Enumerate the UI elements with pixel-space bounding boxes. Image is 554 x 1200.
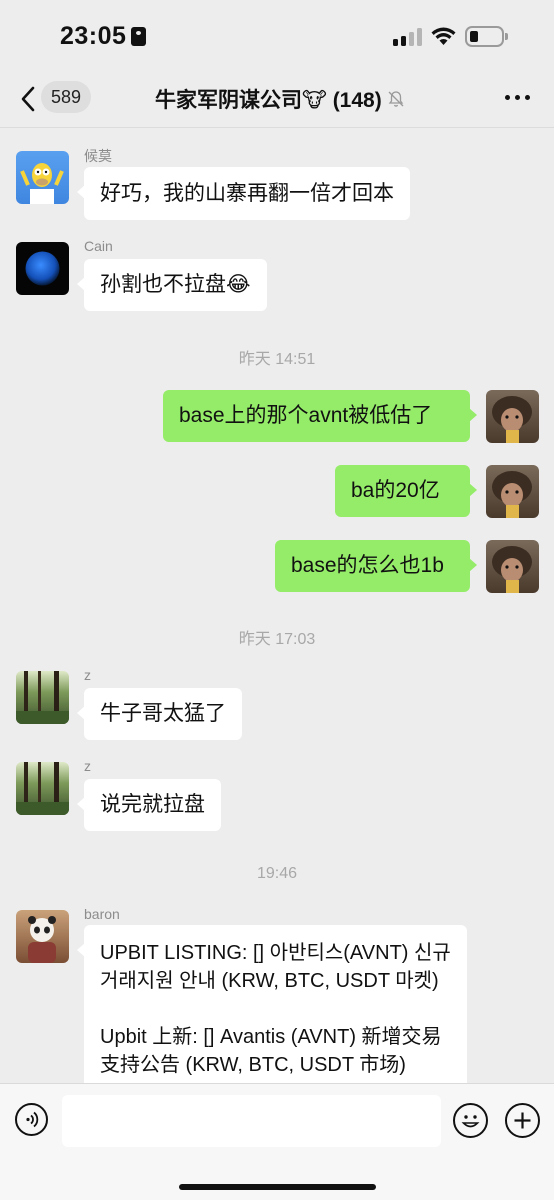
add-attachment-icon[interactable]: [505, 1103, 540, 1138]
cellular-signal-icon: [393, 27, 423, 46]
message-bubble[interactable]: 牛子哥太猛了: [77, 688, 242, 740]
message-bubble-self[interactable]: base的怎么也1b: [275, 540, 477, 592]
back-chevron-icon[interactable]: [16, 84, 40, 114]
avatar-hedgehog-image: [492, 471, 532, 518]
timestamp: 19:46: [256, 865, 298, 882]
message-text-paragraph: UPBIT LISTING: [] 아반티스(AVNT) 신규 거래지원 안내 …: [100, 942, 451, 992]
message-text-paragraph: Upbit 上新: [] Avantis (AVNT) 新增交易支持公告 (KR…: [100, 1026, 442, 1076]
chat-title-wrap: 牛家军阴谋公司🐮 (148): [155, 84, 405, 114]
emoji-icon[interactable]: [453, 1103, 488, 1138]
chat-title: 牛家军阴谋公司🐮 (148): [155, 89, 382, 112]
avatar-homer-image: [20, 163, 64, 204]
message-bubble[interactable]: 说完就拉盘: [77, 779, 221, 831]
wifi-icon: [431, 27, 456, 45]
avatar-panda-image: [28, 916, 56, 963]
avatar-forest-image: [16, 671, 69, 724]
avatar-self[interactable]: [486, 390, 539, 443]
avatar[interactable]: [16, 671, 69, 724]
timestamp: 昨天 14:51: [238, 351, 316, 368]
status-time: 23:05: [60, 22, 127, 50]
chat-input-bar: [0, 1083, 554, 1200]
message-bubble[interactable]: 好巧，我的山寨再翻一倍才回本: [77, 167, 410, 220]
unread-count-badge[interactable]: 589: [41, 81, 92, 113]
message-bubble-self[interactable]: base上的那个avnt被低估了: [163, 390, 477, 442]
sender-name: z: [84, 667, 91, 683]
sender-name: z: [84, 758, 91, 774]
voice-input-icon[interactable]: [15, 1103, 48, 1136]
message-bubble[interactable]: 孙割也不拉盘😂: [77, 259, 267, 311]
battery-icon: [465, 26, 508, 47]
message-bubble-self[interactable]: ba的20亿: [335, 465, 477, 517]
avatar-hedgehog-image: [492, 396, 532, 443]
timestamp: 昨天 17:03: [238, 631, 316, 648]
avatar-self[interactable]: [486, 540, 539, 593]
status-bar: 23:05: [0, 0, 554, 76]
more-options-icon[interactable]: [505, 95, 531, 101]
avatar-forest-image: [16, 762, 69, 815]
avatar[interactable]: [16, 151, 69, 204]
avatar[interactable]: [16, 762, 69, 815]
chat-header: 589 牛家军阴谋公司🐮 (148): [0, 76, 554, 128]
sender-name: Cain: [84, 238, 113, 254]
focus-badge-icon: [131, 27, 146, 46]
sender-name: baron: [84, 906, 120, 922]
avatar[interactable]: [16, 910, 69, 963]
sender-name: 候莫: [84, 148, 112, 164]
avatar[interactable]: [16, 242, 69, 295]
avatar-blue-orb-image: [25, 251, 60, 286]
message-input[interactable]: [62, 1095, 441, 1147]
avatar-self[interactable]: [486, 465, 539, 518]
home-indicator[interactable]: [179, 1184, 376, 1190]
mute-bell-icon: [388, 91, 404, 107]
avatar-hedgehog-image: [492, 546, 532, 593]
